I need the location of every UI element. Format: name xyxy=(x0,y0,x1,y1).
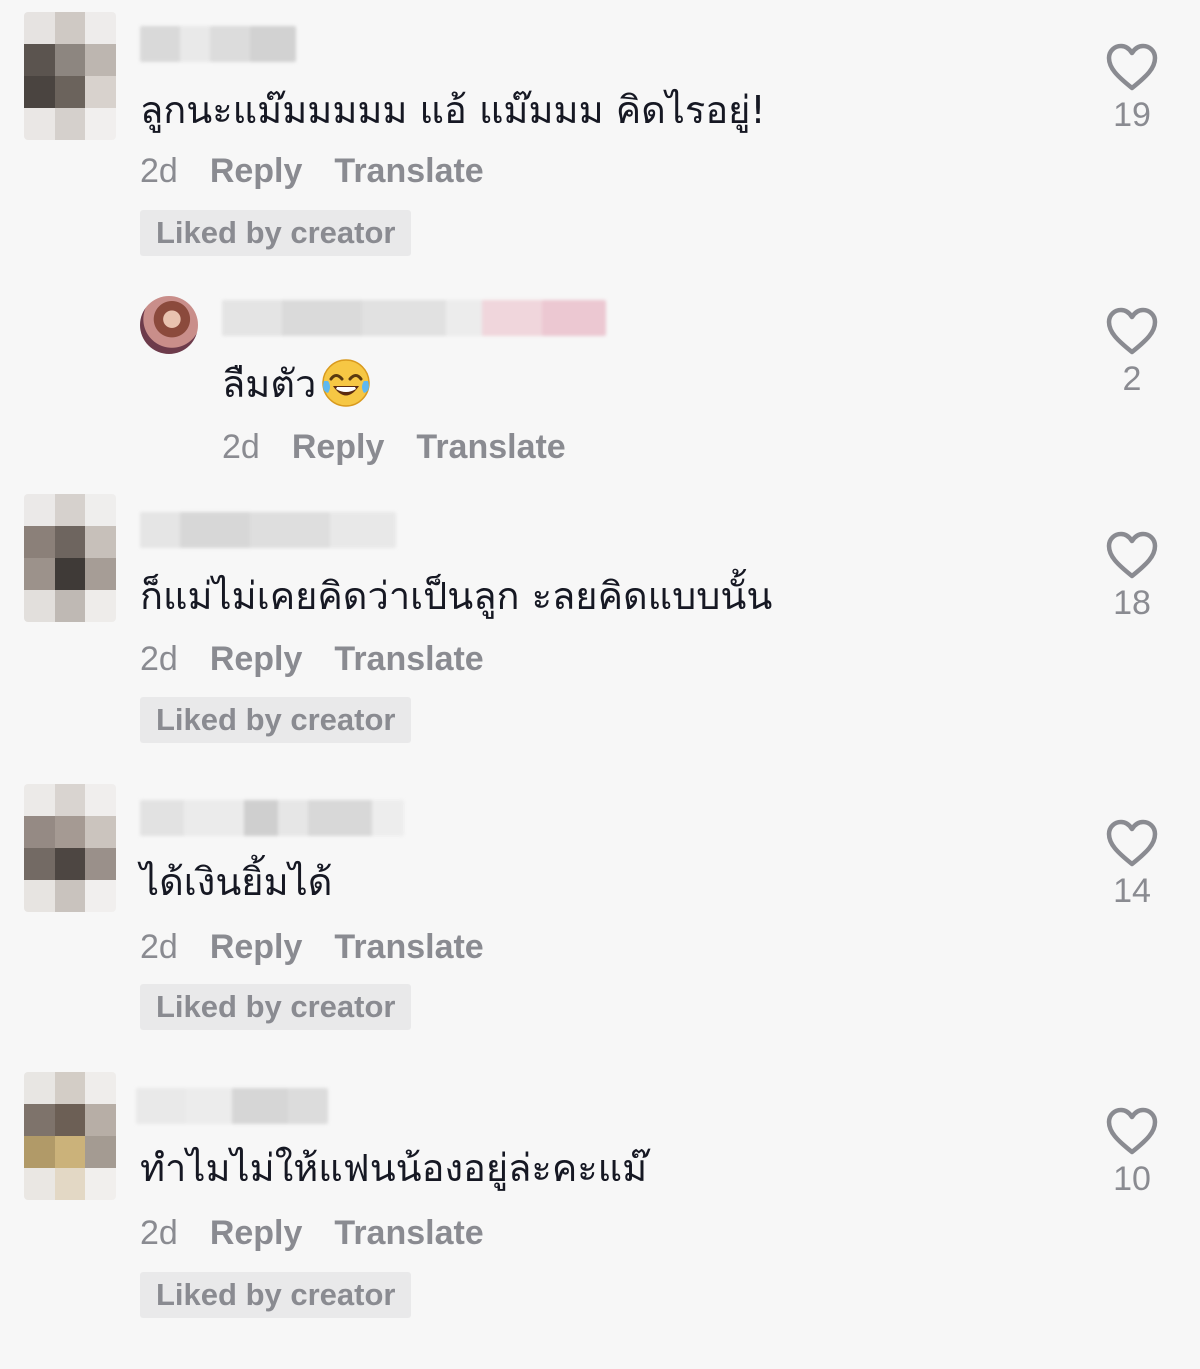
translate-button[interactable]: Translate xyxy=(334,152,483,191)
comment-time: 2d xyxy=(222,428,260,466)
comment-text-content: ลืมตัว xyxy=(222,362,317,406)
translate-button[interactable]: Translate xyxy=(416,428,565,467)
comment-text: ลูกนะแม๊มมมมม แอ้ แม๊มมม คิดไรอยู่! xyxy=(140,88,766,132)
like-control: 19 xyxy=(1092,42,1172,135)
like-count: 18 xyxy=(1113,584,1151,622)
translate-button[interactable]: Translate xyxy=(334,928,483,967)
username-blurred[interactable] xyxy=(140,26,296,62)
translate-button[interactable]: Translate xyxy=(334,1214,483,1253)
comment-text: ก็แม่ไม่เคยคิดว่าเป็นลูก ะลยคิดแบบนั้น xyxy=(140,574,773,618)
comment-text: ทำไมไม่ให้แฟนน้องอยู่ล่ะคะแม๊ xyxy=(140,1146,648,1190)
comment-meta: 2d Reply Translate xyxy=(222,428,566,467)
comment-meta: 2d Reply Translate xyxy=(140,928,484,967)
liked-by-creator-badge: Liked by creator xyxy=(140,697,412,743)
like-count: 14 xyxy=(1113,872,1151,910)
avatar[interactable] xyxy=(140,296,198,354)
avatar[interactable] xyxy=(24,12,116,140)
avatar[interactable] xyxy=(24,494,116,622)
heart-outline-icon[interactable] xyxy=(1105,42,1159,92)
avatar[interactable] xyxy=(24,784,116,912)
like-count: 10 xyxy=(1113,1160,1151,1198)
liked-by-creator-badge: Liked by creator xyxy=(140,1272,412,1318)
reply-button[interactable]: Reply xyxy=(292,428,385,467)
heart-outline-icon[interactable] xyxy=(1105,306,1159,356)
heart-outline-icon[interactable] xyxy=(1105,530,1159,580)
username-blurred[interactable] xyxy=(140,800,404,836)
heart-outline-icon[interactable] xyxy=(1105,818,1159,868)
translate-button[interactable]: Translate xyxy=(334,640,483,679)
reply-button[interactable]: Reply xyxy=(210,1214,303,1253)
reply-button[interactable]: Reply xyxy=(210,640,303,679)
comment-time: 2d xyxy=(140,152,178,190)
comment-meta: 2d Reply Translate xyxy=(140,1214,484,1253)
like-control: 18 xyxy=(1092,530,1172,623)
liked-by-creator-badge: Liked by creator xyxy=(140,984,412,1030)
heart-outline-icon[interactable] xyxy=(1105,1106,1159,1156)
comment-text: ลืมตัว xyxy=(222,358,372,413)
comment-meta: 2d Reply Translate xyxy=(140,152,484,191)
comment-time: 2d xyxy=(140,928,178,966)
comment-text: ได้เงินยิ้มได้ xyxy=(140,860,333,904)
like-control: 14 xyxy=(1092,818,1172,911)
username-blurred[interactable] xyxy=(136,1088,328,1124)
comment-time: 2d xyxy=(140,1214,178,1252)
avatar[interactable] xyxy=(24,1072,116,1200)
reply-button[interactable]: Reply xyxy=(210,152,303,191)
like-count: 19 xyxy=(1113,96,1151,134)
username-blurred[interactable] xyxy=(222,300,606,336)
comment-meta: 2d Reply Translate xyxy=(140,640,484,679)
face-with-tears-of-joy-icon xyxy=(322,358,371,407)
like-control: 10 xyxy=(1092,1106,1172,1199)
like-control: 2 xyxy=(1092,306,1172,399)
like-count: 2 xyxy=(1122,360,1142,398)
username-blurred[interactable] xyxy=(140,512,396,548)
comment-time: 2d xyxy=(140,640,178,678)
liked-by-creator-badge: Liked by creator xyxy=(140,210,412,256)
reply-button[interactable]: Reply xyxy=(210,928,303,967)
